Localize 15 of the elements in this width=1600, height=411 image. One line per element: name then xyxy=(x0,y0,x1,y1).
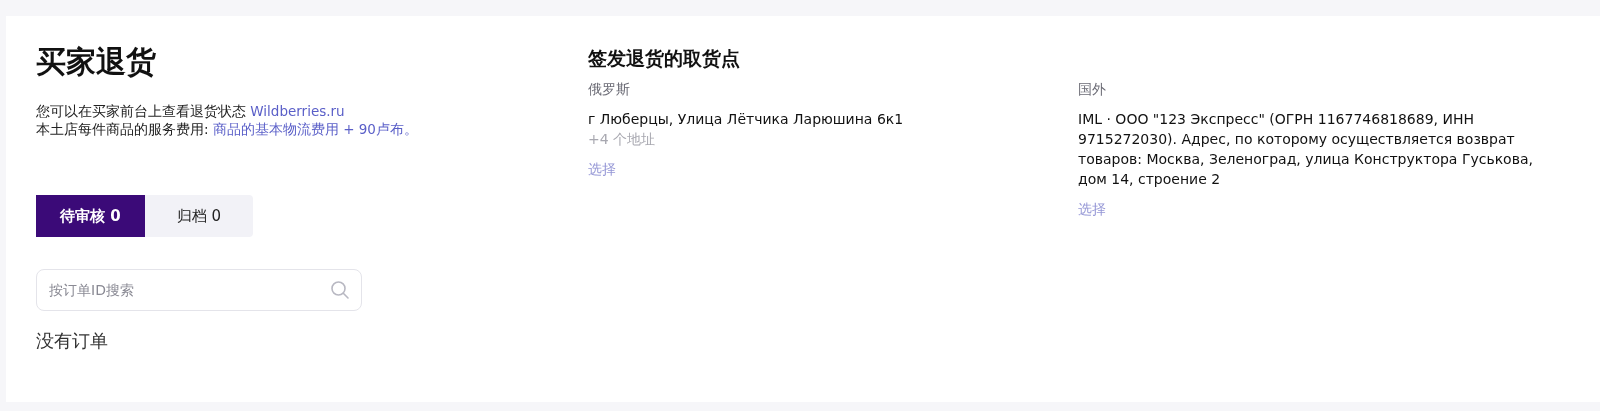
info-link[interactable]: 商品的基本物流费用 + 90卢布。 xyxy=(212,121,418,137)
search-icon xyxy=(330,280,350,300)
pickup-address: г Люберцы, Улица Лётчика Ларюшина 6к1 xyxy=(588,110,905,129)
more-addresses: +4 个地址 xyxy=(588,130,657,149)
region-label: 俄罗斯 xyxy=(588,80,631,99)
info-text: 本土店每件商品的服务费用: 商品的基本物流费用 + 90卢布。 xyxy=(36,120,419,138)
pickup-address: IML · ООО "123 Экспресс" (ОГРН 1167746818689, ИНН 9715272030). Адрес, по которому осуществляется возврат товаров: Москва, Зеленоград, улица Конструктора Гуськова, дом 14, строение 2 xyxy=(1078,110,1534,189)
info-text: 您可以在买家前台上查看退货状态 Wildberries.ru xyxy=(36,102,346,120)
tab[interactable]: 待审核 0 xyxy=(36,195,145,237)
search-field[interactable]: 按订单ID搜索 xyxy=(36,269,362,311)
page-title: 买家退货 xyxy=(36,43,157,81)
info-link[interactable]: Wildberries.ru xyxy=(250,103,345,119)
region-label: 国外 xyxy=(1078,80,1107,99)
empty-message: 没有订单 xyxy=(36,329,109,353)
section-heading: 签发退货的取货点 xyxy=(588,46,741,71)
